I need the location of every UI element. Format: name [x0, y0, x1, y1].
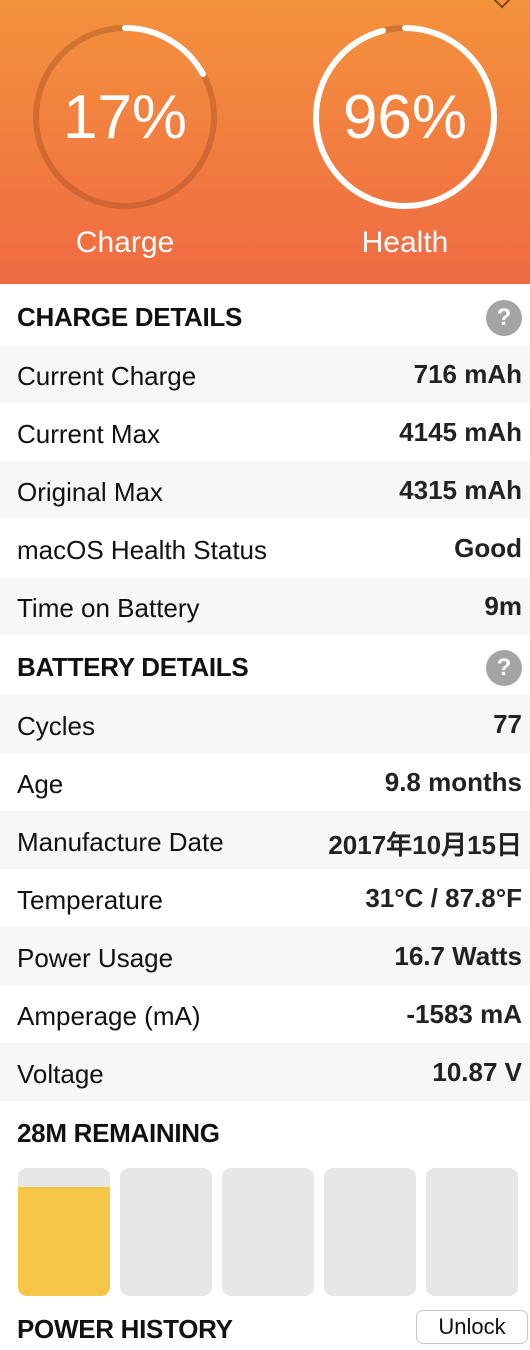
row-value: 9m	[484, 591, 522, 621]
detail-row-current-max: Current Max 4145 mAh	[0, 403, 530, 461]
row-label: Time on Battery	[17, 593, 200, 623]
battery-cell	[426, 1168, 518, 1296]
battery-details-header: BATTERY DETAILS ?	[0, 635, 530, 695]
battery-cell	[222, 1168, 314, 1296]
row-label: Manufacture Date	[17, 827, 224, 857]
unlock-button[interactable]: Unlock	[416, 1310, 528, 1344]
row-value: 2017年10月15日	[328, 830, 522, 860]
chevron-down-icon[interactable]	[493, 0, 511, 9]
health-percentage: 96%	[342, 82, 468, 152]
detail-row-voltage: Voltage 10.87 V	[0, 1043, 530, 1101]
detail-row-cycles: Cycles 77	[0, 695, 530, 753]
battery-cell	[120, 1168, 212, 1296]
row-label: Temperature	[17, 885, 163, 915]
detail-row-temperature: Temperature 31°C / 87.8°F	[0, 869, 530, 927]
row-value: 77	[493, 709, 522, 739]
charge-label: Charge	[75, 226, 175, 259]
row-value: Good	[454, 533, 522, 563]
charge-details-title: CHARGE DETAILS	[17, 302, 242, 332]
battery-gauges-header: 17% Charge 96% Health	[0, 0, 530, 284]
row-label: Age	[17, 769, 64, 799]
row-value: 4145 mAh	[399, 417, 522, 447]
detail-row-original-max: Original Max 4315 mAh	[0, 461, 530, 519]
row-label: Cycles	[17, 711, 96, 741]
health-gauge: 96%	[310, 22, 500, 212]
power-history-title: POWER HISTORY	[17, 1314, 233, 1344]
detail-row-health-status: macOS Health Status Good	[0, 519, 530, 577]
row-value: -1583 mA	[406, 999, 522, 1029]
battery-cell-fill	[18, 1187, 110, 1296]
row-label: Original Max	[17, 477, 163, 507]
row-label: Amperage (mA)	[17, 1001, 201, 1031]
health-label: Health	[361, 226, 449, 259]
row-value: 716 mAh	[413, 359, 522, 389]
battery-cell	[324, 1168, 416, 1296]
row-value: 4315 mAh	[399, 475, 522, 505]
row-value: 9.8 months	[384, 767, 522, 797]
charge-details-help-button[interactable]: ?	[486, 300, 522, 336]
battery-details-title: BATTERY DETAILS	[17, 652, 249, 682]
row-label: Current Max	[17, 419, 161, 449]
detail-row-time-on-battery: Time on Battery 9m	[0, 577, 530, 635]
row-value: 31°C / 87.8°F	[365, 883, 522, 913]
detail-row-amperage: Amperage (mA) -1583 mA	[0, 985, 530, 1043]
charge-details-header: CHARGE DETAILS ?	[0, 285, 530, 345]
detail-row-power-usage: Power Usage 16.7 Watts	[0, 927, 530, 985]
row-value: 10.87 V	[432, 1057, 522, 1087]
remaining-title: 28M REMAINING	[17, 1118, 220, 1148]
charge-gauge: 17%	[30, 22, 220, 212]
row-label: Power Usage	[17, 943, 174, 973]
row-label: macOS Health Status	[17, 535, 267, 565]
battery-details-help-button[interactable]: ?	[486, 650, 522, 686]
row-label: Current Charge	[17, 361, 197, 391]
detail-row-manufacture-date: Manufacture Date 2017年10月15日	[0, 811, 530, 869]
detail-row-current-charge: Current Charge 716 mAh	[0, 345, 530, 403]
charge-percentage: 17%	[62, 82, 188, 152]
row-value: 16.7 Watts	[394, 941, 522, 971]
row-label: Voltage	[17, 1059, 104, 1089]
detail-row-age: Age 9.8 months	[0, 753, 530, 811]
battery-cell	[18, 1168, 110, 1296]
